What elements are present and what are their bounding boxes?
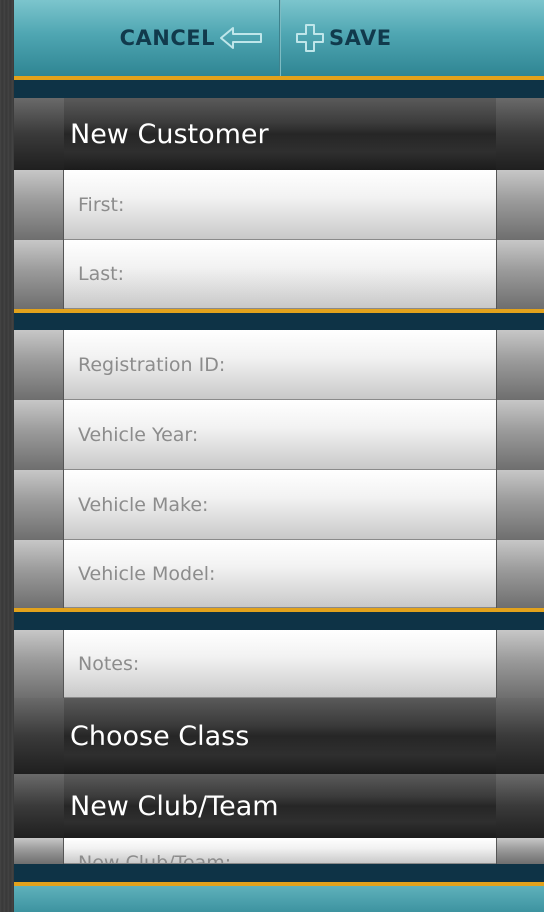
vehicle-make-field[interactable]: Vehicle Make: bbox=[14, 470, 544, 540]
club-team-placeholder: New Club/Team: bbox=[78, 852, 232, 864]
customer-form-screen: CANCEL SAVE New Customer First: Last: Re… bbox=[14, 0, 544, 912]
save-button[interactable]: SAVE bbox=[281, 0, 544, 76]
cancel-label: CANCEL bbox=[119, 26, 215, 50]
last-name-placeholder: Last: bbox=[78, 263, 124, 285]
arrow-left-outline-icon bbox=[220, 27, 262, 49]
save-label: SAVE bbox=[329, 26, 392, 50]
first-name-field[interactable]: First: bbox=[14, 170, 544, 240]
notes-field[interactable]: Notes: bbox=[14, 630, 544, 698]
plus-outline-icon bbox=[296, 24, 324, 52]
toolbar: CANCEL SAVE bbox=[14, 0, 544, 80]
new-customer-label: New Customer bbox=[70, 118, 269, 150]
new-customer-row[interactable]: New Customer bbox=[14, 98, 544, 170]
club-team-field[interactable]: New Club/Team: bbox=[14, 838, 544, 864]
registration-id-placeholder: Registration ID: bbox=[78, 353, 226, 376]
new-club-team-row[interactable]: New Club/Team bbox=[14, 774, 544, 838]
vehicle-year-field[interactable]: Vehicle Year: bbox=[14, 400, 544, 470]
choose-class-row[interactable]: Choose Class bbox=[14, 698, 544, 774]
vehicle-model-field[interactable]: Vehicle Model: bbox=[14, 540, 544, 608]
vehicle-make-placeholder: Vehicle Make: bbox=[78, 493, 209, 516]
first-name-placeholder: First: bbox=[78, 193, 125, 216]
choose-class-label: Choose Class bbox=[70, 720, 250, 752]
vehicle-year-placeholder: Vehicle Year: bbox=[78, 423, 199, 446]
vehicle-model-placeholder: Vehicle Model: bbox=[78, 562, 216, 585]
new-club-team-label: New Club/Team bbox=[70, 790, 279, 822]
registration-id-field[interactable]: Registration ID: bbox=[14, 330, 544, 400]
last-name-field[interactable]: Last: bbox=[14, 240, 544, 309]
section-divider bbox=[14, 309, 544, 330]
section-divider bbox=[14, 80, 544, 98]
cancel-button[interactable]: CANCEL bbox=[14, 0, 279, 76]
notes-placeholder: Notes: bbox=[78, 652, 140, 675]
section-divider bbox=[14, 608, 544, 630]
bottom-bar bbox=[14, 864, 544, 912]
